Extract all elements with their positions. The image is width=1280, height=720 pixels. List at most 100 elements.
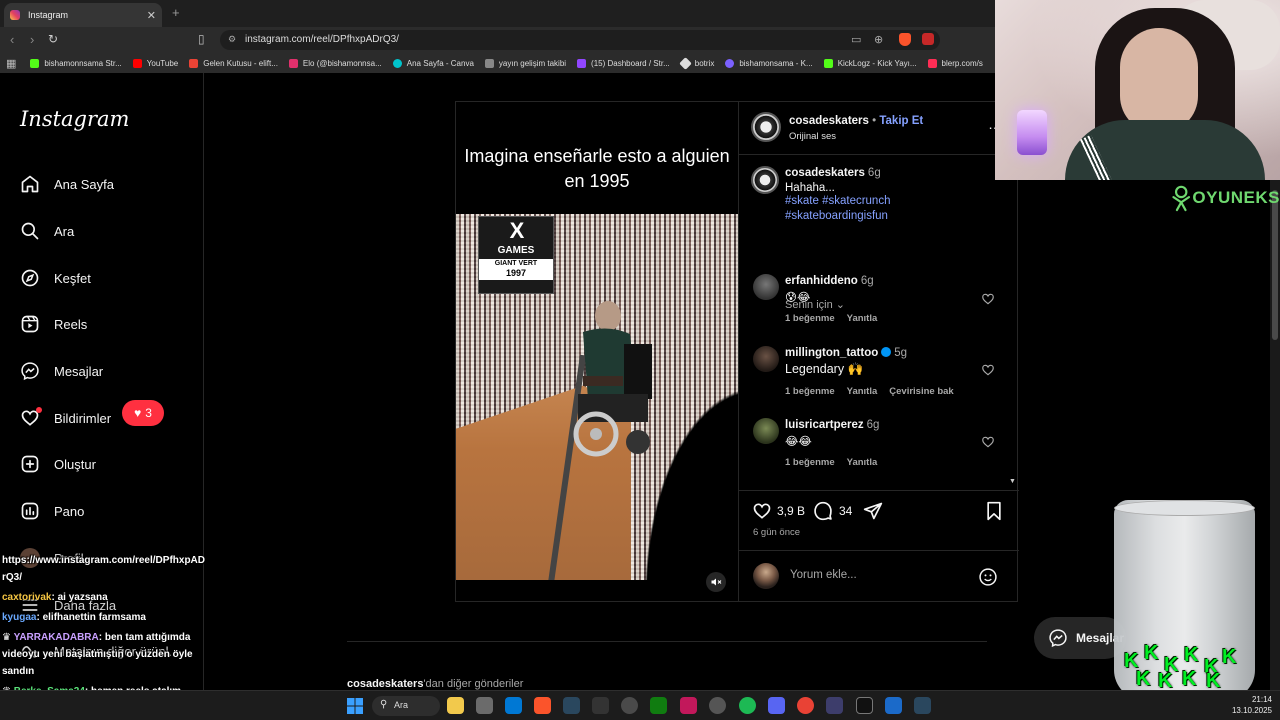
nav-label: Ana Sayfa xyxy=(54,176,114,192)
new-tab-icon[interactable]: + xyxy=(172,5,180,20)
comment-button[interactable]: 34 xyxy=(813,501,852,521)
nav-dashboard[interactable]: Pano xyxy=(20,498,84,524)
bookmark-item[interactable]: KickLogz - Kick Yayı... xyxy=(823,58,917,68)
app-icon[interactable] xyxy=(826,697,843,714)
comment-username[interactable]: luisricartperez xyxy=(785,419,864,431)
reply-button[interactable]: Yanıtla xyxy=(847,313,878,324)
commenter-avatar[interactable] xyxy=(753,418,779,444)
bookmark-item[interactable]: Elo (@bishamonnsa... xyxy=(288,58,382,68)
comment-username[interactable]: erfanhiddeno xyxy=(785,275,858,287)
hashtag-link[interactable]: #skate #skatecrunch xyxy=(785,194,890,209)
reply-button[interactable]: Yanıtla xyxy=(847,386,878,397)
comment-username[interactable]: millington_tattoo xyxy=(785,347,878,359)
nav-reels[interactable]: Reels xyxy=(20,311,87,337)
bookmark-item[interactable]: (15) Dashboard / Str... xyxy=(577,58,670,68)
chat-text: videoyu yeni başlatmıştın o yüzden öyle xyxy=(2,649,193,660)
nav-notifications[interactable]: Bildirimler xyxy=(20,405,111,431)
app-icon[interactable] xyxy=(709,697,726,714)
extension-icon[interactable] xyxy=(922,33,934,45)
xbox-icon[interactable] xyxy=(650,697,667,714)
brave-shields-icon[interactable] xyxy=(899,33,911,46)
audio-label[interactable]: Orijinal ses xyxy=(789,131,836,142)
notification-badge[interactable]: ♥ 3 xyxy=(122,400,164,426)
reply-button[interactable]: Yanıtla xyxy=(847,457,878,468)
cast-icon[interactable]: ▭ xyxy=(851,33,861,46)
bookmark-item[interactable]: bishamonsama - K... xyxy=(725,58,813,68)
save-button[interactable] xyxy=(985,501,1003,521)
capcut-icon[interactable] xyxy=(856,697,873,714)
chrome-icon[interactable] xyxy=(797,697,814,714)
bookmark-item[interactable]: YouTube xyxy=(132,58,178,68)
bookmark-item[interactable]: Gelen Kutusu - elift... xyxy=(189,58,278,68)
bookmark-item[interactable]: yayın gelişim takibi xyxy=(484,58,566,68)
store-icon[interactable] xyxy=(476,697,493,714)
instagram-logo[interactable]: Instagram xyxy=(20,107,129,131)
comment-likes[interactable]: 1 beğenme xyxy=(785,313,835,324)
apps-grid-icon[interactable]: ▦ xyxy=(6,57,16,70)
forward-icon[interactable]: › xyxy=(30,32,34,47)
reload-icon[interactable]: ↻ xyxy=(48,32,58,46)
outlook-icon[interactable] xyxy=(505,697,522,714)
epic-games-icon[interactable] xyxy=(592,697,609,714)
file-explorer-icon[interactable] xyxy=(447,697,464,714)
emoji-icon[interactable] xyxy=(978,567,998,587)
bookmark-item[interactable]: botrix xyxy=(678,56,714,70)
nav-home[interactable]: Ana Sayfa xyxy=(20,171,114,197)
author-username[interactable]: cosadeskaters xyxy=(789,115,869,127)
zoom-icon[interactable]: ⊕ xyxy=(874,33,883,46)
comments-scroll-arrow[interactable]: ▼ xyxy=(1009,428,1016,488)
system-clock[interactable]: 21:14 13.10.2025 xyxy=(1218,694,1272,716)
steam-icon[interactable] xyxy=(914,697,931,714)
commenter-avatar[interactable] xyxy=(753,346,779,372)
site-info-icon[interactable]: ⚙ xyxy=(228,34,236,45)
bookmark-item[interactable]: blerp.com/s xyxy=(927,58,983,68)
chat-text: rQ3/ xyxy=(2,572,23,583)
reel-video[interactable]: Imagina enseñarle esto a alguien en 1995 xyxy=(456,102,738,601)
like-button[interactable]: 3,9 B xyxy=(752,501,805,521)
caption-username[interactable]: cosadeskaters xyxy=(785,167,865,179)
comment-likes[interactable]: 1 beğenme xyxy=(785,386,835,397)
caption-avatar[interactable] xyxy=(751,166,779,194)
share-button[interactable] xyxy=(863,501,883,521)
nav-explore[interactable]: Keşfet xyxy=(20,265,91,291)
like-comment-icon[interactable] xyxy=(981,363,995,377)
kicklogz-icon xyxy=(823,58,833,68)
post-actions: 3,9 B 34 6 gün önce xyxy=(739,490,1019,550)
add-comment-bar: Yorum ekle... xyxy=(739,550,1019,601)
app-icon[interactable] xyxy=(885,697,902,714)
discord-icon[interactable] xyxy=(768,697,785,714)
like-comment-icon[interactable] xyxy=(981,435,995,449)
like-comment-icon[interactable] xyxy=(981,292,995,306)
bookmark-icon xyxy=(987,501,1001,521)
mute-button[interactable] xyxy=(706,572,726,592)
comment-count: 34 xyxy=(839,504,853,518)
author-avatar[interactable] xyxy=(751,112,781,142)
bookmark-item[interactable]: Ana Sayfa - Canva xyxy=(392,58,474,68)
brave-icon[interactable] xyxy=(534,697,551,714)
commenter-avatar[interactable] xyxy=(753,274,779,300)
back-icon[interactable]: ‹ xyxy=(10,32,14,47)
spotify-icon[interactable] xyxy=(739,697,756,714)
hashtag-link[interactable]: #skateboardingisfun xyxy=(785,209,890,224)
more-posts-user[interactable]: cosadeskaters xyxy=(347,678,423,690)
nav-messages[interactable]: Mesajlar xyxy=(20,358,103,384)
comment-likes[interactable]: 1 beğenme xyxy=(785,457,835,468)
windows-start-icon[interactable] xyxy=(347,698,363,714)
page-scrollbar[interactable] xyxy=(1270,180,1280,690)
nav-search[interactable]: Ara xyxy=(20,218,74,244)
app-icon[interactable] xyxy=(680,697,697,714)
obs-icon[interactable] xyxy=(621,697,638,714)
close-tab-icon[interactable]: ✕ xyxy=(147,9,156,22)
bookmark-page-icon[interactable]: ▯ xyxy=(198,32,205,46)
address-bar[interactable]: ⚙ instagram.com/reel/DPfhxpADrQ3/ xyxy=(220,30,940,50)
taskbar-search[interactable]: ⚲ Ara xyxy=(372,696,440,716)
nav-label: Oluştur xyxy=(54,456,96,472)
see-translation-button[interactable]: Çevirisine bak xyxy=(889,386,953,397)
nav-create[interactable]: Oluştur xyxy=(20,451,96,477)
tab-instagram[interactable]: Instagram ✕ xyxy=(4,3,162,27)
comment-input[interactable]: Yorum ekle... xyxy=(790,569,857,581)
steam-icon[interactable] xyxy=(563,697,580,714)
bookmark-item[interactable]: bishamonnsama Str... xyxy=(30,58,122,68)
follow-button[interactable]: Takip Et xyxy=(879,115,923,127)
home-icon xyxy=(20,174,40,194)
